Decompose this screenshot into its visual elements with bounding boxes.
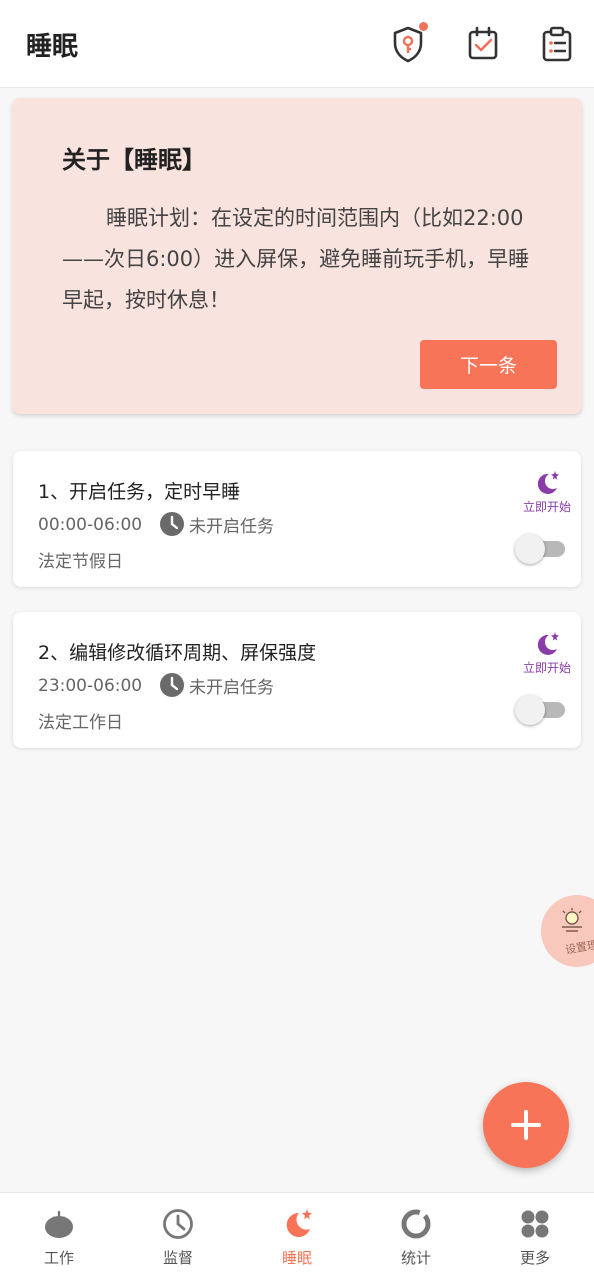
task-toggle[interactable] [515,534,565,564]
task-time: 23:00-06:00 [38,676,143,696]
task-status-text: 未开启任务 [189,516,274,537]
toggle-knob [515,534,545,564]
toggle-knob [515,695,545,725]
start-now-label: 立即开始 [522,500,571,514]
info-card-body: 睡眠计划：在设定的时间范围内（比如22:00——次日6:00）进入屏保，避免睡前… [62,206,530,312]
nav-label: 监督 [162,1249,193,1267]
nav-item-supervise[interactable]: 监督 [138,1207,218,1268]
sunrise-icon [562,908,582,932]
moon-star-icon [537,632,559,655]
nav-item-sleep[interactable]: 睡眠 [257,1207,337,1268]
info-card-title: 关于【睡眠】 [62,146,206,174]
notification-dot [419,22,428,31]
task-day-type: 法定工作日 [38,713,123,733]
info-card: 关于【睡眠】 睡眠计划：在设定的时间范围内（比如22:00——次日6:00）进入… [12,98,582,414]
clock-filled-icon [160,512,184,536]
floating-settings-button[interactable]: 设置理 [541,895,594,967]
task-card[interactable]: 2、编辑修改循环周期、屏保强度 23:00-06:00 未开启任务 法定工作日 … [13,612,581,748]
task-name: 1、开启任务，定时早睡 [38,481,241,503]
task-day-type: 法定节假日 [38,552,123,572]
nav-item-statistics[interactable]: 统计 [376,1207,456,1268]
clock-filled-icon [160,673,184,697]
nav-item-more[interactable]: 更多 [495,1207,575,1268]
start-now-label: 立即开始 [522,661,571,675]
app-header: 睡眠 [0,0,594,88]
nav-label: 睡眠 [281,1249,312,1267]
start-now-button[interactable]: 立即开始 [519,469,575,515]
task-status: 未开启任务 [159,511,274,537]
nav-label: 统计 [400,1249,431,1267]
grid-icon [521,1210,549,1238]
task-name: 2、编辑修改循环周期、屏保强度 [38,642,317,664]
shield-key-icon[interactable] [390,22,428,64]
page-title: 睡眠 [26,32,79,62]
moon-star-icon [537,471,559,494]
start-now-button[interactable]: 立即开始 [519,630,575,676]
clipboard-list-icon[interactable] [539,24,575,64]
nav-label: 工作 [43,1249,74,1267]
task-card[interactable]: 1、开启任务，定时早睡 00:00-06:00 未开启任务 法定节假日 立即开始 [13,451,581,587]
task-time: 00:00-06:00 [38,515,143,535]
next-tip-button[interactable]: 下一条 [420,340,557,389]
moon-star-icon [286,1209,312,1237]
nav-label: 更多 [519,1249,550,1267]
floating-settings-label: 设置理 [564,938,594,957]
add-task-button[interactable] [483,1082,569,1168]
clock-icon [163,1209,193,1239]
task-status-text: 未开启任务 [189,677,274,698]
donut-chart-icon [401,1209,431,1239]
task-toggle[interactable] [515,695,565,725]
calendar-check-icon[interactable] [465,24,501,64]
tomato-icon [45,1210,73,1238]
nav-item-work[interactable]: 工作 [19,1207,99,1268]
task-status: 未开启任务 [159,672,274,698]
plus-icon [511,1110,541,1140]
bottom-navigation: 工作 监督 睡眠 统计 更多 [0,1192,594,1280]
